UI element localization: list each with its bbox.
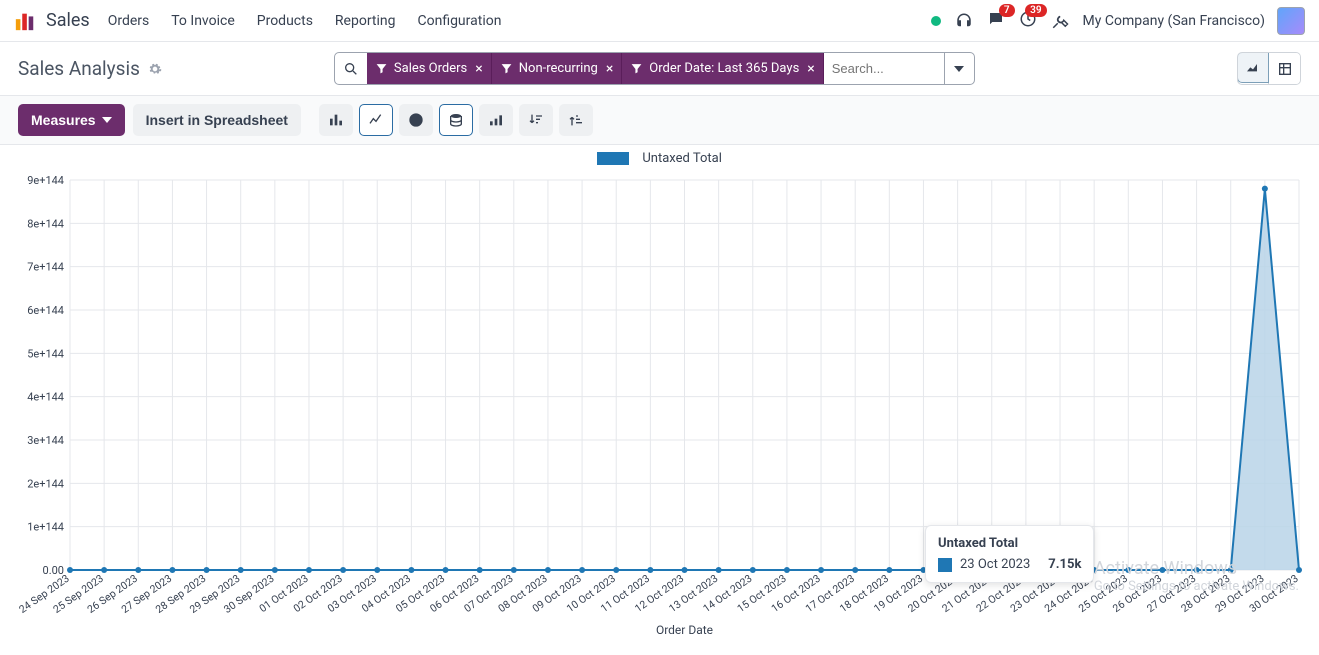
chat-badge: 7 <box>999 4 1015 17</box>
funnel-icon <box>500 62 513 75</box>
search-icon[interactable] <box>343 61 359 77</box>
chart-container: Untaxed Total 0.001e+1442e+1443e+1444e+1… <box>0 145 1319 644</box>
app-logo-icon <box>14 10 36 32</box>
status-tray: 7 39 <box>931 10 1069 32</box>
nav-link-products[interactable]: Products <box>257 13 313 29</box>
presence-indicator-icon <box>931 16 941 26</box>
svg-text:8e+144: 8e+144 <box>27 217 64 230</box>
headset-icon[interactable] <box>955 12 973 30</box>
chart-tooltip: Untaxed Total 23 Oct 2023 7.15k <box>925 525 1094 583</box>
filter-chip-non-recurring[interactable]: Non-recurring × <box>492 53 623 84</box>
close-icon[interactable]: × <box>807 61 814 77</box>
svg-text:1e+144: 1e+144 <box>27 521 64 534</box>
close-icon[interactable]: × <box>606 61 613 77</box>
tooltip-date: 23 Oct 2023 <box>960 557 1030 572</box>
view-switch <box>1237 52 1301 85</box>
svg-text:9e+144: 9e+144 <box>27 174 64 187</box>
filter-chip-sales-orders[interactable]: Sales Orders × <box>367 53 492 84</box>
legend-label: Untaxed Total <box>642 151 721 166</box>
chart-type-pie[interactable] <box>399 104 433 136</box>
activity-button[interactable]: 39 <box>1019 10 1037 32</box>
user-avatar[interactable] <box>1277 7 1305 35</box>
activity-badge: 39 <box>1025 4 1046 17</box>
chart-type-group <box>319 104 593 136</box>
svg-text:2e+144: 2e+144 <box>27 477 64 490</box>
tooltip-title: Untaxed Total <box>938 536 1081 551</box>
measures-button[interactable]: Measures <box>18 104 125 136</box>
search-dropdown-toggle[interactable] <box>944 53 974 84</box>
page-title-text: Sales Analysis <box>18 57 140 80</box>
filter-chip-order-date[interactable]: Order Date: Last 365 Days × <box>622 53 823 84</box>
filter-chip-label: Order Date: Last 365 Days <box>649 61 799 76</box>
close-icon[interactable]: × <box>475 61 482 77</box>
svg-text:4e+144: 4e+144 <box>27 391 64 404</box>
gear-icon[interactable] <box>148 62 162 76</box>
chart-type-stacked[interactable] <box>439 104 473 136</box>
view-graph-button[interactable] <box>1237 52 1269 83</box>
caret-down-icon <box>102 117 112 123</box>
line-chart-icon <box>368 112 384 128</box>
chart-type-line[interactable] <box>359 104 393 136</box>
nav-links: Orders To Invoice Products Reporting Con… <box>108 13 502 29</box>
nav-link-orders[interactable]: Orders <box>108 13 150 29</box>
stack-icon <box>448 112 464 128</box>
svg-text:3e+144: 3e+144 <box>27 434 64 447</box>
chart-toolbar: Measures Insert in Spreadsheet <box>0 95 1319 145</box>
bar-chart-icon <box>328 112 344 128</box>
area-chart-icon <box>1245 60 1261 76</box>
tooltip-value: 7.15k <box>1048 557 1081 572</box>
sort-asc-icon <box>568 112 584 128</box>
view-pivot-button[interactable] <box>1268 53 1300 84</box>
nav-link-configuration[interactable]: Configuration <box>417 13 501 29</box>
funnel-icon <box>375 62 388 75</box>
chart-svg: 0.001e+1442e+1443e+1444e+1445e+1446e+144… <box>10 170 1309 640</box>
search-box: Sales Orders × Non-recurring × Order Dat… <box>334 52 975 85</box>
chat-button[interactable]: 7 <box>987 10 1005 32</box>
bar-asc-icon <box>488 112 504 128</box>
pie-chart-icon <box>408 112 424 128</box>
filter-chip-label: Sales Orders <box>394 61 467 76</box>
insert-spreadsheet-button[interactable]: Insert in Spreadsheet <box>133 104 301 136</box>
nav-link-reporting[interactable]: Reporting <box>335 13 396 29</box>
chart-sort-asc[interactable] <box>559 104 593 136</box>
legend-swatch-icon <box>597 152 629 165</box>
filter-chip-label: Non-recurring <box>519 61 598 76</box>
company-selector[interactable]: My Company (San Francisco) <box>1083 13 1265 29</box>
tooltip-swatch-icon <box>938 558 952 572</box>
caret-down-icon <box>954 66 964 72</box>
svg-text:Order Date: Order Date <box>656 623 713 637</box>
sort-desc-icon <box>528 112 544 128</box>
nav-link-to-invoice[interactable]: To Invoice <box>171 13 235 29</box>
measures-label: Measures <box>31 112 96 128</box>
svg-text:7e+144: 7e+144 <box>27 261 64 274</box>
svg-text:6e+144: 6e+144 <box>27 304 64 317</box>
svg-text:5e+144: 5e+144 <box>27 347 64 360</box>
top-nav: Sales Orders To Invoice Products Reporti… <box>0 0 1319 42</box>
chart-type-bar[interactable] <box>319 104 353 136</box>
control-bar: Sales Analysis Sales Orders × Non-recurr… <box>0 42 1319 95</box>
app-title[interactable]: Sales <box>46 10 90 31</box>
search-input[interactable] <box>824 53 944 84</box>
chart-type-bar-h[interactable] <box>479 104 513 136</box>
tools-icon[interactable] <box>1051 12 1069 30</box>
chart-sort-desc[interactable] <box>519 104 553 136</box>
chart-legend[interactable]: Untaxed Total <box>10 151 1309 166</box>
funnel-icon <box>630 62 643 75</box>
pivot-icon <box>1277 61 1293 77</box>
page-title: Sales Analysis <box>18 57 162 80</box>
